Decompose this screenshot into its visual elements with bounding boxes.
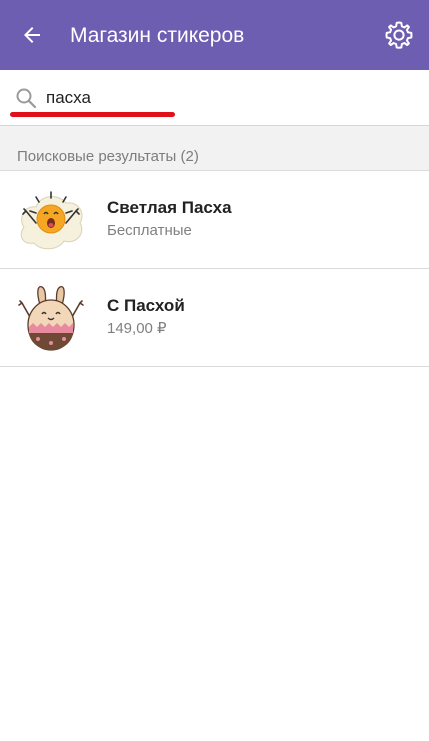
arrow-left-icon (24, 27, 40, 43)
sun-egg-sticker-icon (20, 191, 83, 250)
search-icon (16, 88, 37, 109)
bunny-egg-sticker-icon (18, 285, 84, 351)
sticker-pack-title: С Пасхой (107, 296, 185, 315)
sticker-pack-title: Светлая Пасха (107, 198, 232, 217)
app-bar: Магазин стикеров (0, 0, 429, 70)
sticker-pack-price: 149,00 ₽ (107, 320, 167, 337)
settings-button[interactable] (379, 15, 419, 55)
sticker-store-screen: Магазин стикеров Поисковые результаты (2… (0, 0, 429, 741)
page-title: Магазин стикеров (70, 24, 245, 47)
results-count-label: Поисковые результаты (2) (17, 148, 199, 165)
back-button[interactable] (12, 15, 52, 55)
search-highlight-underline (10, 112, 175, 117)
gear-icon (385, 21, 413, 49)
search-input[interactable] (46, 85, 406, 111)
sticker-pack-price: Бесплатные (107, 222, 192, 239)
list-item[interactable]: Светлая Пасха Бесплатные (0, 171, 429, 269)
search-bar (0, 70, 429, 126)
list-item[interactable]: С Пасхой 149,00 ₽ (0, 269, 429, 367)
